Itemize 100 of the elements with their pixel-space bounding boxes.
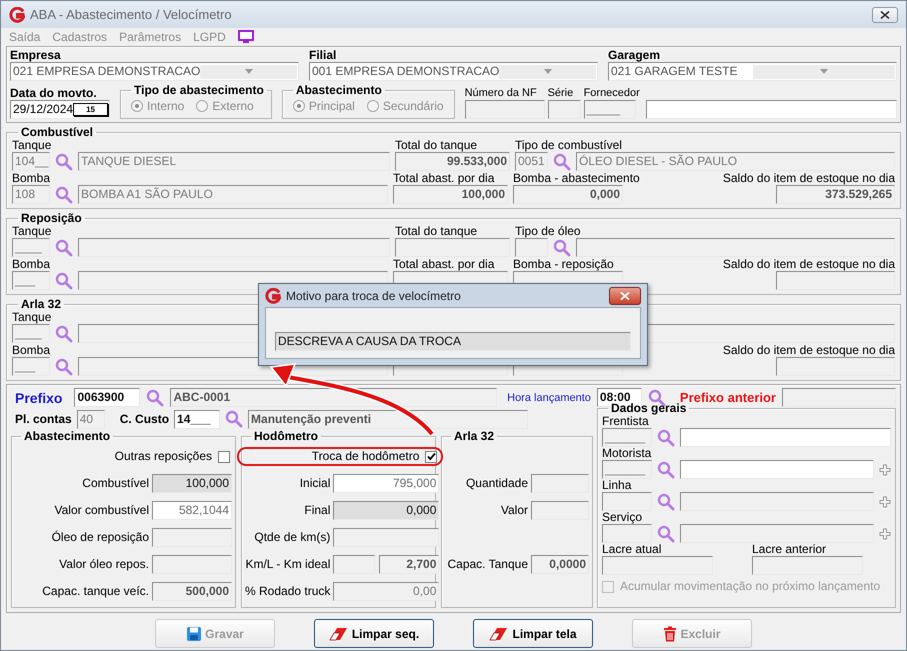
code-field[interactable]: ______ — [602, 428, 652, 447]
pump-field[interactable]: 0,000 — [513, 185, 623, 204]
search-icon[interactable] — [55, 272, 73, 290]
checkbox[interactable] — [425, 450, 438, 462]
description-field[interactable] — [576, 238, 895, 257]
code-field[interactable]: ____ — [12, 238, 50, 257]
section-title: Reposição — [20, 212, 83, 225]
dropdown[interactable]: 021 EMPRESA DEMONSTRACAO — [10, 62, 299, 81]
code-field[interactable]: 0051 — [515, 152, 548, 171]
checkbox-label[interactable]: Outras reposições — [114, 450, 212, 463]
search-icon[interactable] — [657, 460, 675, 478]
description-field[interactable] — [680, 460, 874, 479]
dropdown-arrow-icon[interactable] — [820, 69, 828, 74]
text-field[interactable] — [548, 100, 581, 119]
code-field[interactable]: ____ — [12, 324, 50, 343]
code-field[interactable] — [602, 524, 652, 543]
field-label: Km/L - Km ideal — [245, 558, 330, 571]
search-icon[interactable] — [55, 238, 73, 256]
search-icon[interactable] — [55, 186, 73, 204]
radio-option[interactable]: Secundário — [366, 99, 444, 113]
value-field[interactable]: 795,000 — [333, 474, 440, 493]
radio-option[interactable]: Externo — [196, 99, 254, 113]
field-label: Valor — [500, 504, 528, 517]
text-field[interactable]: _____ — [584, 100, 636, 119]
total-field[interactable]: 99.533,000 — [395, 152, 510, 171]
text-field[interactable] — [602, 556, 713, 575]
search-icon[interactable] — [146, 388, 164, 406]
value-field[interactable]: 2,700 — [379, 555, 440, 574]
search-icon[interactable] — [55, 152, 73, 170]
value-field[interactable]: 100,000 — [152, 474, 232, 493]
plus-icon[interactable] — [879, 464, 891, 476]
code-field[interactable] — [515, 238, 548, 257]
value-field[interactable] — [531, 474, 589, 493]
value-field[interactable] — [333, 528, 440, 547]
prefix-field[interactable]: 0063900 — [74, 388, 140, 407]
radio-option[interactable]: Principal — [292, 99, 355, 113]
value-field[interactable]: 0,00 — [333, 582, 440, 601]
account-field[interactable]: 40 — [76, 410, 105, 428]
value-field[interactable] — [333, 555, 376, 574]
calendar-button[interactable]: 15 — [73, 103, 108, 116]
code-field[interactable]: ___ — [12, 271, 50, 290]
description-field[interactable]: Manutenção preventi — [248, 410, 528, 428]
value-field[interactable]: 500,000 — [152, 582, 232, 601]
value-field[interactable]: 582,1044 — [152, 501, 232, 520]
balance-field[interactable] — [776, 271, 895, 290]
close-button[interactable] — [872, 6, 898, 22]
search-icon[interactable] — [657, 492, 675, 510]
checkbox-label[interactable]: Troca de hodômetro — [312, 450, 420, 463]
cost-field[interactable]: 14___ — [174, 410, 220, 428]
description-field[interactable]: TANQUE DIESEL — [78, 152, 390, 171]
value-field[interactable] — [152, 528, 232, 547]
search-icon[interactable] — [553, 238, 571, 256]
plus-icon[interactable] — [879, 496, 891, 508]
description-field[interactable] — [78, 238, 390, 257]
code-field[interactable] — [602, 492, 652, 511]
search-icon[interactable] — [657, 428, 675, 446]
text-field[interactable] — [646, 100, 897, 119]
close-button[interactable] — [609, 286, 641, 304]
description-field[interactable] — [680, 492, 874, 511]
code-field[interactable]: ___ — [12, 357, 50, 376]
text-field[interactable] — [464, 100, 545, 119]
field-label: Tanque — [12, 139, 52, 152]
dropdown[interactable]: 001 EMPRESA DEMONSTRACAO — [309, 62, 598, 81]
text-field[interactable] — [782, 388, 896, 407]
field-label: Total abast. por dia — [393, 172, 494, 185]
value-field[interactable]: 0,000 — [333, 501, 440, 520]
plus-icon[interactable] — [879, 528, 891, 540]
field-label: Pl. contas — [15, 412, 72, 426]
description-field[interactable]: ÓLEO DIESEL - SÃO PAULO — [576, 152, 895, 171]
text-field[interactable] — [752, 556, 863, 575]
description-field[interactable] — [680, 428, 891, 447]
monitor-icon[interactable] — [238, 30, 254, 44]
dropdown[interactable]: 021 GARAGEM TESTE — [608, 62, 897, 81]
balance-field[interactable] — [776, 357, 895, 376]
reason-field[interactable]: DESCREVA A CAUSA DA TROCA — [275, 332, 631, 351]
code-field[interactable]: ______ — [602, 460, 652, 479]
code-field[interactable]: 104__ — [12, 152, 50, 171]
search-icon[interactable] — [55, 358, 73, 376]
radio-option[interactable]: Interno — [131, 99, 184, 113]
search-icon[interactable] — [657, 524, 675, 542]
date-field[interactable]: 29/12/2024 15 — [10, 100, 110, 119]
search-icon[interactable] — [225, 410, 244, 428]
total-field[interactable]: 100,000 — [393, 185, 508, 204]
dropdown-arrow-icon[interactable] — [544, 69, 552, 74]
balance-field[interactable]: 373.529,265 — [776, 185, 895, 204]
description-field[interactable] — [680, 524, 874, 543]
checkbox[interactable] — [218, 450, 230, 462]
dropdown-arrow-icon[interactable] — [244, 69, 253, 74]
field-label: Capac. tanque veíc. — [41, 585, 149, 598]
value-field[interactable]: 0,0000 — [531, 555, 589, 574]
description-field[interactable]: BOMBA A1 SÃO PAULO — [78, 185, 388, 204]
total-field[interactable] — [395, 238, 510, 257]
description-field[interactable]: ABC-0001 — [170, 388, 498, 407]
code-field[interactable]: 108 — [12, 185, 50, 204]
value-field[interactable] — [152, 555, 232, 574]
search-icon[interactable] — [55, 324, 73, 342]
value-field[interactable] — [531, 501, 589, 520]
action-button[interactable]: Limpar seq. — [314, 619, 434, 648]
search-icon[interactable] — [553, 152, 571, 170]
action-button[interactable]: Limpar tela — [473, 619, 593, 648]
